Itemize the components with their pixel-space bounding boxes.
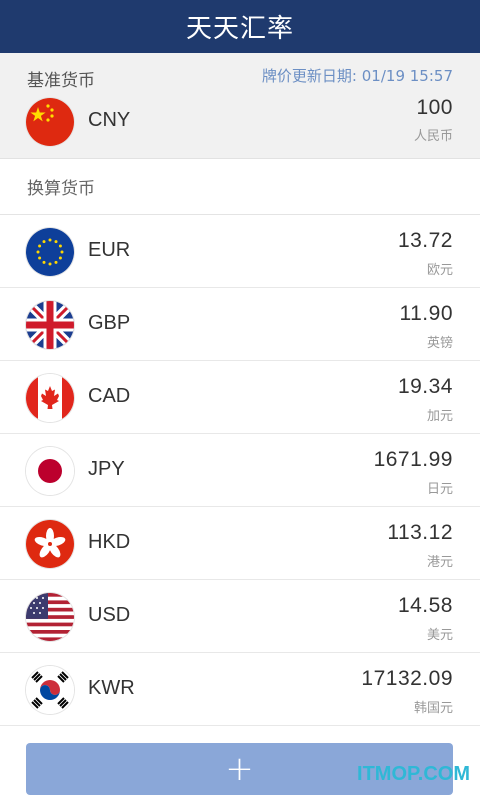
currency-code: HKD — [88, 531, 131, 553]
uk-flag-icon — [26, 301, 74, 349]
currency-name: 人民币 — [413, 129, 453, 144]
china-flag-icon — [26, 98, 74, 146]
currency-row-gbp[interactable]: GBP 11.90 英镑 — [0, 288, 480, 361]
update-date: 牌价更新日期: 01/19 15:57 — [262, 65, 453, 86]
korea-flag-icon — [26, 666, 74, 714]
currency-amount: 17132.09 — [361, 667, 453, 690]
currency-row-usd[interactable]: USD 14.58 美元 — [0, 580, 480, 653]
update-date-value: 01/19 15:57 — [361, 67, 453, 85]
currency-name: 韩国元 — [413, 701, 453, 716]
app-title: 天天汇率 — [185, 14, 294, 44]
eu-flag-icon — [26, 228, 74, 276]
currency-name: 港元 — [426, 555, 453, 570]
update-date-label: 牌价更新日期: — [261, 67, 357, 85]
currency-code: CNY — [88, 109, 131, 131]
currency-amount: 113.12 — [387, 521, 453, 544]
canada-flag-icon — [26, 374, 74, 422]
currency-amount: 1671.99 — [373, 448, 453, 471]
usa-flag-icon — [26, 593, 74, 641]
currency-name: 加元 — [426, 409, 453, 424]
currency-amount: 11.90 — [399, 302, 453, 325]
currency-name: 欧元 — [426, 263, 453, 278]
currency-row-hkd[interactable]: HKD 113.12 港元 — [0, 507, 480, 580]
japan-flag-icon — [26, 447, 74, 495]
currency-amount[interactable]: 100 — [416, 96, 453, 120]
currency-row-jpy[interactable]: JPY 1671.99 日元 — [0, 434, 480, 507]
currency-code: KWR — [88, 677, 135, 699]
plus-icon: + — [225, 749, 254, 789]
currency-name: 美元 — [426, 628, 453, 643]
currency-name: 英镑 — [426, 336, 453, 351]
base-currency-row[interactable]: CNY 100 人民币 — [0, 93, 480, 153]
app-title-bar: 天天汇率 — [0, 0, 480, 53]
base-currency-section: 基准货币 牌价更新日期: 01/19 15:57 CNY 100 人民币 — [0, 53, 480, 159]
currency-amount: 19.34 — [397, 375, 453, 398]
currency-row-cad[interactable]: CAD 19.34 加元 — [0, 361, 480, 434]
currency-code: EUR — [88, 239, 131, 261]
hongkong-flag-icon — [26, 520, 74, 568]
base-section-label: 基准货币 — [27, 71, 95, 91]
currency-code: USD — [88, 604, 131, 626]
currency-amount: 14.58 — [397, 594, 453, 617]
currency-list: EUR 13.72 欧元 GBP 11.90 英镑 CAD 19.34 加元 J… — [0, 215, 480, 726]
currency-code: CAD — [88, 385, 131, 407]
currency-code: GBP — [88, 312, 131, 334]
convert-section-label: 换算货币 — [0, 159, 480, 215]
currency-row-eur[interactable]: EUR 13.72 欧元 — [0, 215, 480, 288]
currency-row-kwr[interactable]: KWR 17132.09 韩国元 — [0, 653, 480, 726]
currency-code: JPY — [88, 458, 125, 480]
watermark: ITMOP.COM — [357, 763, 470, 785]
currency-amount: 13.72 — [397, 229, 453, 252]
currency-name: 日元 — [426, 482, 453, 497]
